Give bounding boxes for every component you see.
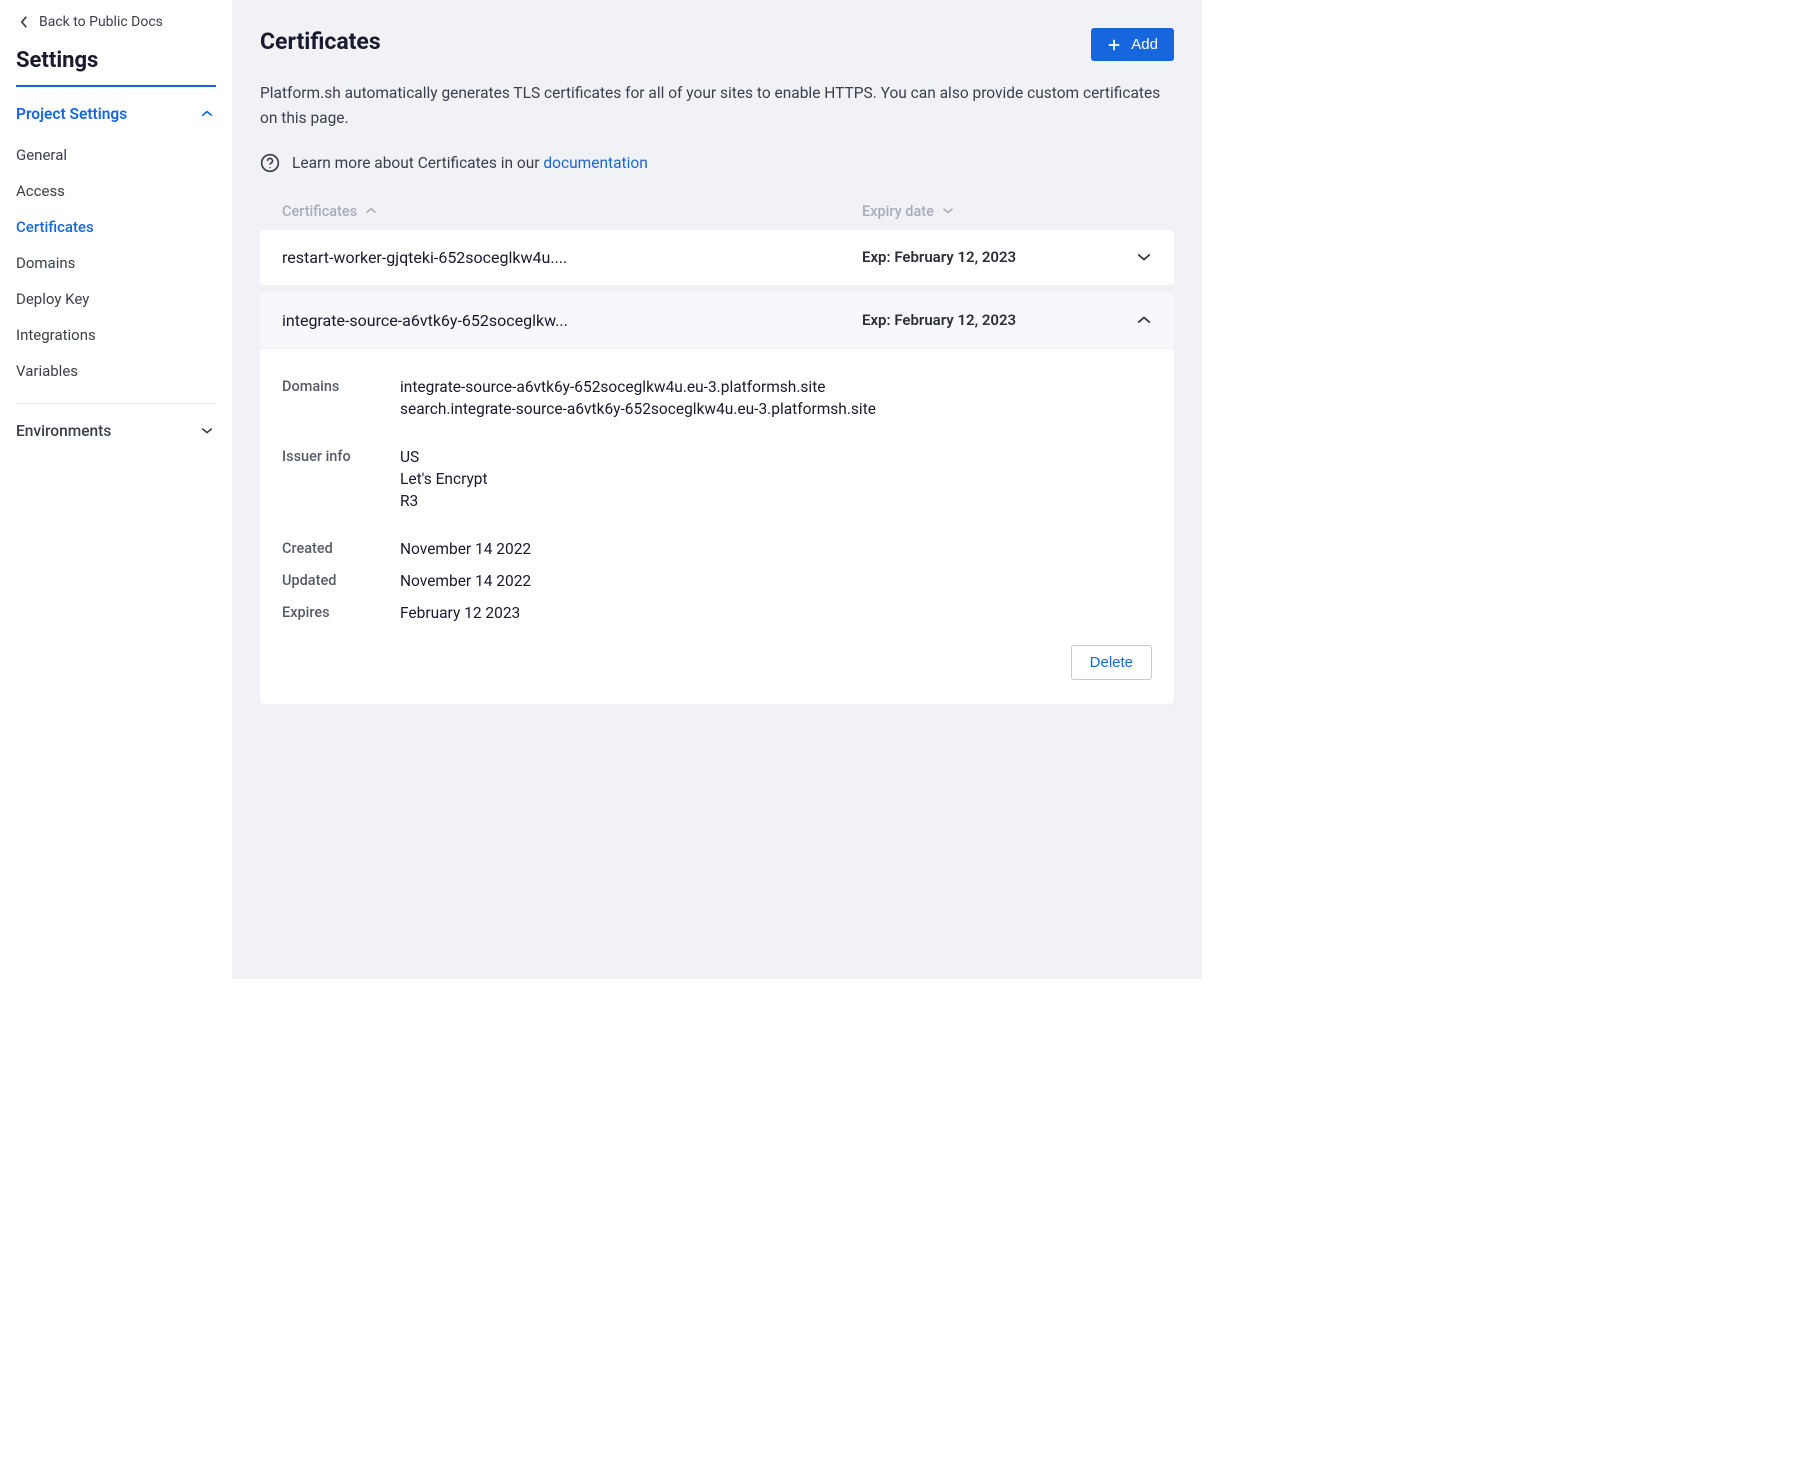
add-button-label: Add	[1131, 36, 1158, 53]
sort-down-icon	[942, 207, 954, 215]
detail-label-updated: Updated	[282, 572, 400, 590]
main-content: Certificates Add Platform.sh automatical…	[232, 0, 1202, 979]
intro-text: Platform.sh automatically generates TLS …	[260, 81, 1174, 131]
certificate-row-toggle[interactable]: integrate-source-a6vtk6y-652soceglkw... …	[260, 293, 1174, 348]
sidebar: Back to Public Docs Settings Project Set…	[0, 0, 232, 979]
certificate-details: Domains integrate-source-a6vtk6y-652soce…	[260, 348, 1174, 704]
detail-label-issuer: Issuer info	[282, 448, 400, 514]
help-row: Learn more about Certificates in our doc…	[260, 153, 1174, 173]
detail-label-expires: Expires	[282, 604, 400, 622]
certificate-name: restart-worker-gjqteki-652soceglkw4u....	[282, 248, 862, 267]
col-label: Certificates	[282, 203, 357, 220]
col-expiry[interactable]: Expiry date	[862, 203, 1122, 220]
certificate-name: integrate-source-a6vtk6y-652soceglkw...	[282, 311, 862, 330]
delete-button[interactable]: Delete	[1071, 645, 1152, 680]
add-button[interactable]: Add	[1091, 28, 1174, 61]
detail-expires: February 12 2023	[400, 604, 520, 622]
sidebar-item-general[interactable]: General	[16, 137, 216, 173]
sidebar-item-variables[interactable]: Variables	[16, 353, 216, 389]
sidebar-item-integrations[interactable]: Integrations	[16, 317, 216, 353]
help-text: Learn more about Certificates in our	[292, 154, 543, 172]
sidebar-item-deploy-key[interactable]: Deploy Key	[16, 281, 216, 317]
back-link-label: Back to Public Docs	[39, 14, 163, 30]
help-icon	[260, 153, 280, 173]
sidebar-title: Settings	[16, 48, 216, 87]
chevron-up-icon	[200, 110, 214, 118]
section-environments[interactable]: Environments	[16, 404, 216, 450]
certificate-expiry: Exp: February 12, 2023	[862, 311, 1122, 329]
back-link[interactable]: Back to Public Docs	[16, 14, 216, 48]
help-link[interactable]: documentation	[543, 154, 647, 172]
sidebar-item-certificates[interactable]: Certificates	[16, 209, 216, 245]
chevron-left-icon	[20, 15, 29, 29]
section-label: Environments	[16, 422, 111, 440]
detail-updated: November 14 2022	[400, 572, 531, 590]
certificate-expiry: Exp: February 12, 2023	[862, 248, 1122, 266]
project-nav-list: General Access Certificates Domains Depl…	[16, 133, 216, 404]
col-certificates[interactable]: Certificates	[282, 203, 862, 220]
certificate-row: integrate-source-a6vtk6y-652soceglkw... …	[260, 293, 1174, 704]
chevron-down-icon	[200, 427, 214, 435]
chevron-down-icon	[1136, 252, 1152, 262]
plus-icon	[1107, 38, 1121, 52]
section-project-settings[interactable]: Project Settings	[16, 87, 216, 133]
detail-issuer: US Let's Encrypt R3	[400, 448, 488, 514]
page-title: Certificates	[260, 28, 381, 55]
sort-up-icon	[365, 207, 377, 215]
detail-label-created: Created	[282, 540, 400, 558]
certificate-row-toggle[interactable]: restart-worker-gjqteki-652soceglkw4u....…	[260, 230, 1174, 285]
section-label: Project Settings	[16, 105, 127, 123]
detail-created: November 14 2022	[400, 540, 531, 558]
detail-label-domains: Domains	[282, 378, 400, 422]
sidebar-item-access[interactable]: Access	[16, 173, 216, 209]
table-header: Certificates Expiry date	[260, 203, 1174, 230]
chevron-up-icon	[1136, 315, 1152, 325]
sidebar-item-domains[interactable]: Domains	[16, 245, 216, 281]
certificate-row: restart-worker-gjqteki-652soceglkw4u....…	[260, 230, 1174, 285]
detail-domains: integrate-source-a6vtk6y-652soceglkw4u.e…	[400, 378, 876, 422]
col-label: Expiry date	[862, 203, 934, 220]
